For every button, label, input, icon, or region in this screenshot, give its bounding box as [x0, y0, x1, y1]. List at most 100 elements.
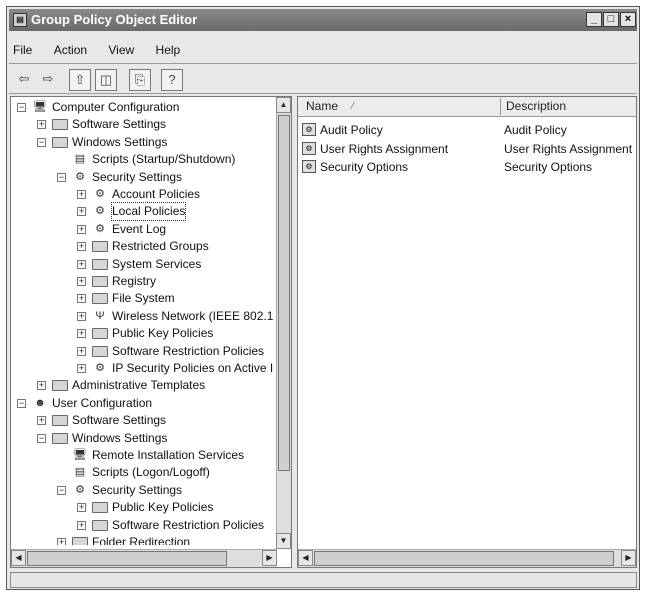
- list-item[interactable]: ⚙ User Rights Assignment User Rights Assig…: [298, 140, 636, 158]
- tree-item-label: Event Log: [112, 221, 167, 236]
- expand-toggle-icon[interactable]: +: [77, 294, 86, 304]
- help-icon[interactable]: ?: [161, 69, 183, 91]
- folder-icon: [92, 241, 108, 253]
- column-separator[interactable]: [500, 98, 501, 115]
- ipsec-icon: ⚙: [95, 362, 105, 374]
- expand-toggle-icon[interactable]: +: [77, 520, 86, 530]
- expand-toggle-icon[interactable]: +: [57, 538, 66, 545]
- tree-item-label: Local Policies: [110, 202, 187, 222]
- tree-view[interactable]: − 🖥 Computer Configuration + Software Settin…: [11, 99, 277, 545]
- tree-item-label: Security Settings: [92, 482, 183, 497]
- menu-view[interactable]: View: [106, 41, 136, 59]
- expand-toggle-icon[interactable]: +: [77, 190, 86, 199]
- tree-horizontal-scrollbar[interactable]: ◀ ▶: [11, 549, 277, 567]
- script-icon: ▤: [74, 153, 86, 166]
- tree-vertical-scrollbar[interactable]: ▲ ▼: [276, 97, 291, 549]
- collapse-toggle-icon[interactable]: −: [17, 398, 26, 408]
- expand-toggle-icon[interactable]: +: [37, 120, 46, 130]
- tree-item-label: Computer Configuration: [52, 100, 180, 114]
- column-header-description[interactable]: Description: [506, 99, 566, 113]
- details-pane[interactable]: Name ⁄ Description ⚙ Audit Policy Audit Po…: [297, 96, 637, 568]
- menu-file[interactable]: File: [11, 41, 34, 59]
- expand-toggle-icon[interactable]: +: [37, 381, 46, 391]
- close-button[interactable]: ×: [620, 12, 636, 27]
- show-hide-tree-icon[interactable]: ◫: [95, 69, 117, 91]
- tree-item-label: User Configuration: [52, 395, 153, 410]
- scroll-right-icon[interactable]: ▶: [621, 550, 636, 566]
- collapse-toggle-icon[interactable]: −: [57, 172, 66, 182]
- window-title: Group Policy Object Editor: [31, 12, 198, 27]
- folder-icon: [92, 502, 108, 514]
- folder-icon: [92, 328, 108, 340]
- sort-indicator-icon: ⁄: [352, 101, 354, 112]
- console-tree[interactable]: − 🖥 Computer Configuration + Software Settin…: [10, 96, 292, 568]
- tree-item-label: Restricted Groups: [112, 239, 209, 254]
- menu-bar: File Action View Help: [11, 41, 196, 61]
- list-item[interactable]: ⚙ Audit Policy Audit Policy: [298, 121, 636, 139]
- scroll-down-icon[interactable]: ▼: [276, 533, 291, 549]
- menu-action[interactable]: Action: [52, 41, 89, 59]
- expand-toggle-icon[interactable]: +: [77, 311, 86, 321]
- collapse-toggle-icon[interactable]: −: [57, 485, 66, 495]
- policy-icon: ⚙: [95, 222, 105, 235]
- policy-icon: ⚙: [302, 141, 316, 155]
- folder-icon: [72, 537, 88, 545]
- folder-icon: [52, 415, 68, 427]
- expand-toggle-icon[interactable]: +: [77, 259, 86, 269]
- expand-toggle-icon[interactable]: +: [77, 503, 86, 513]
- folder-icon: [92, 258, 108, 270]
- menu-help[interactable]: Help: [154, 41, 183, 59]
- details-horizontal-scrollbar[interactable]: ◀ ▶: [298, 549, 636, 567]
- column-header-name[interactable]: Name: [306, 99, 338, 113]
- collapse-toggle-icon[interactable]: −: [37, 433, 46, 443]
- expand-toggle-icon[interactable]: +: [77, 329, 86, 339]
- forward-arrow-icon[interactable]: ⇨: [37, 69, 59, 91]
- tree-item-label: Windows Settings: [72, 134, 168, 149]
- toolbar-separator: [9, 93, 637, 94]
- folder-icon: [52, 432, 68, 444]
- export-list-icon[interactable]: ⎘: [129, 69, 151, 91]
- list-item-description: Audit Policy: [504, 123, 567, 137]
- expand-toggle-icon[interactable]: +: [77, 242, 86, 252]
- main-window: ▤ Group Policy Object Editor _ □ × File …: [6, 6, 640, 590]
- maximize-button[interactable]: □: [603, 12, 619, 27]
- app-icon[interactable]: ▤: [13, 13, 27, 27]
- tree-item-label: Folder Redirection: [92, 535, 191, 545]
- script-icon: ▤: [74, 466, 86, 479]
- menu-separator: [9, 63, 637, 64]
- tree-item-label: Public Key Policies: [112, 326, 214, 341]
- tree-item-label: File System: [112, 291, 175, 306]
- tree-item-label: Public Key Policies: [112, 500, 214, 515]
- tree-horizontal-thumb[interactable]: [27, 551, 227, 566]
- scroll-right-icon[interactable]: ▶: [262, 550, 277, 566]
- up-folder-icon[interactable]: ⇧: [69, 69, 91, 91]
- folder-icon: [92, 276, 108, 287]
- scroll-left-icon[interactable]: ◀: [11, 550, 26, 566]
- computer-icon: 🖥: [33, 101, 47, 113]
- folder-icon: [92, 345, 108, 357]
- tree-item-label: Security Settings: [92, 169, 183, 184]
- list-item[interactable]: ⚙ Security Options Security Options: [298, 158, 636, 176]
- expand-toggle-icon[interactable]: +: [77, 346, 86, 356]
- tree-item-label: Software Settings: [72, 117, 167, 132]
- tree-item-label: Windows Settings: [72, 430, 168, 445]
- policy-icon: ⚙: [95, 188, 105, 200]
- expand-toggle-icon[interactable]: +: [77, 364, 86, 373]
- minimize-button[interactable]: _: [586, 12, 602, 27]
- expand-toggle-icon[interactable]: +: [77, 224, 86, 234]
- collapse-toggle-icon[interactable]: −: [37, 137, 46, 147]
- folder-icon: [52, 136, 68, 148]
- tree-item-label: Administrative Templates: [72, 378, 206, 393]
- expand-toggle-icon[interactable]: +: [37, 416, 46, 426]
- scroll-up-icon[interactable]: ▲: [276, 97, 291, 113]
- collapse-toggle-icon[interactable]: −: [17, 103, 26, 112]
- expand-toggle-icon[interactable]: +: [77, 207, 86, 217]
- tree-vertical-thumb[interactable]: [278, 115, 290, 471]
- expand-toggle-icon[interactable]: +: [77, 277, 86, 286]
- title-bar[interactable]: ▤ Group Policy Object Editor _ □ ×: [9, 9, 637, 31]
- list-item-name: Audit Policy: [320, 123, 383, 137]
- details-horizontal-thumb[interactable]: [314, 551, 614, 566]
- back-arrow-icon[interactable]: ⇦: [13, 69, 35, 91]
- scroll-left-icon[interactable]: ◀: [298, 550, 313, 566]
- tree-item-label: Scripts (Startup/Shutdown): [92, 152, 236, 167]
